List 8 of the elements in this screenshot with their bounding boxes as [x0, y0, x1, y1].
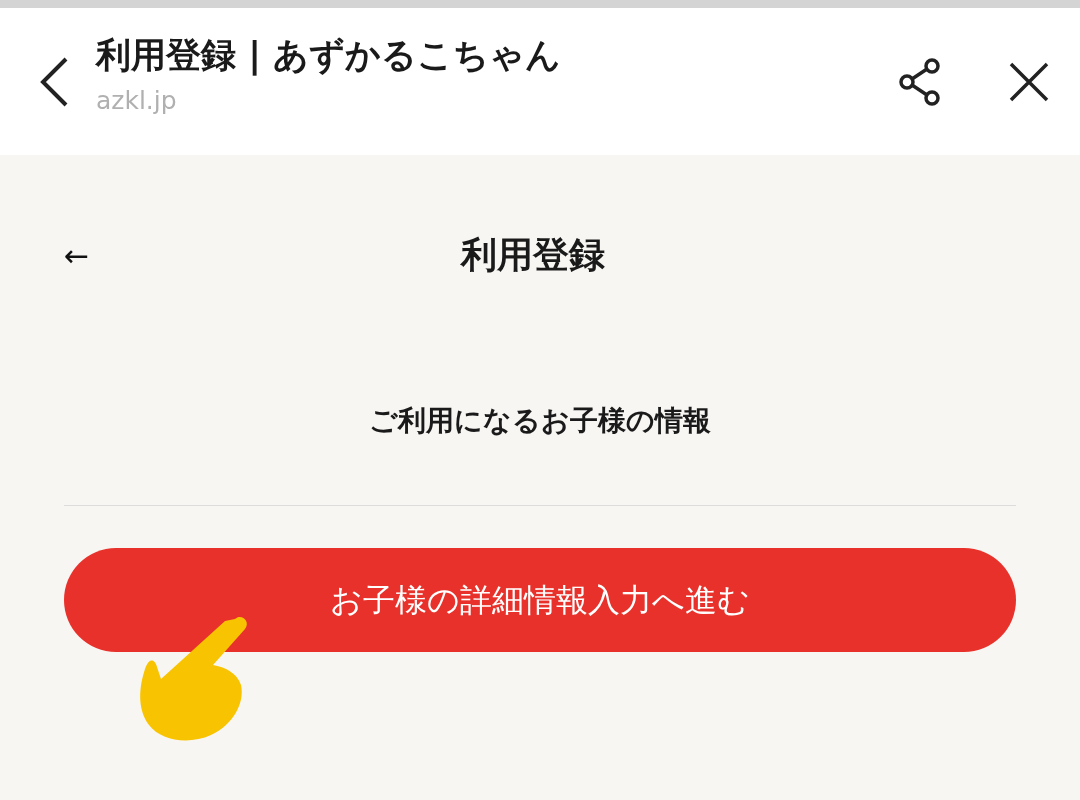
page-heading: 利用登録	[460, 234, 605, 275]
proceed-button[interactable]: お子様の詳細情報入力へ進む	[64, 548, 1016, 652]
share-icon[interactable]	[898, 57, 942, 106]
page-title: 利用登録 | あずかるこちゃん	[96, 33, 563, 76]
back-arrow[interactable]: ←	[64, 232, 90, 278]
close-icon[interactable]	[1008, 60, 1050, 103]
page-url: azkl.jp	[96, 84, 178, 117]
section-title: ご利用になるお子様の情報	[369, 404, 711, 437]
